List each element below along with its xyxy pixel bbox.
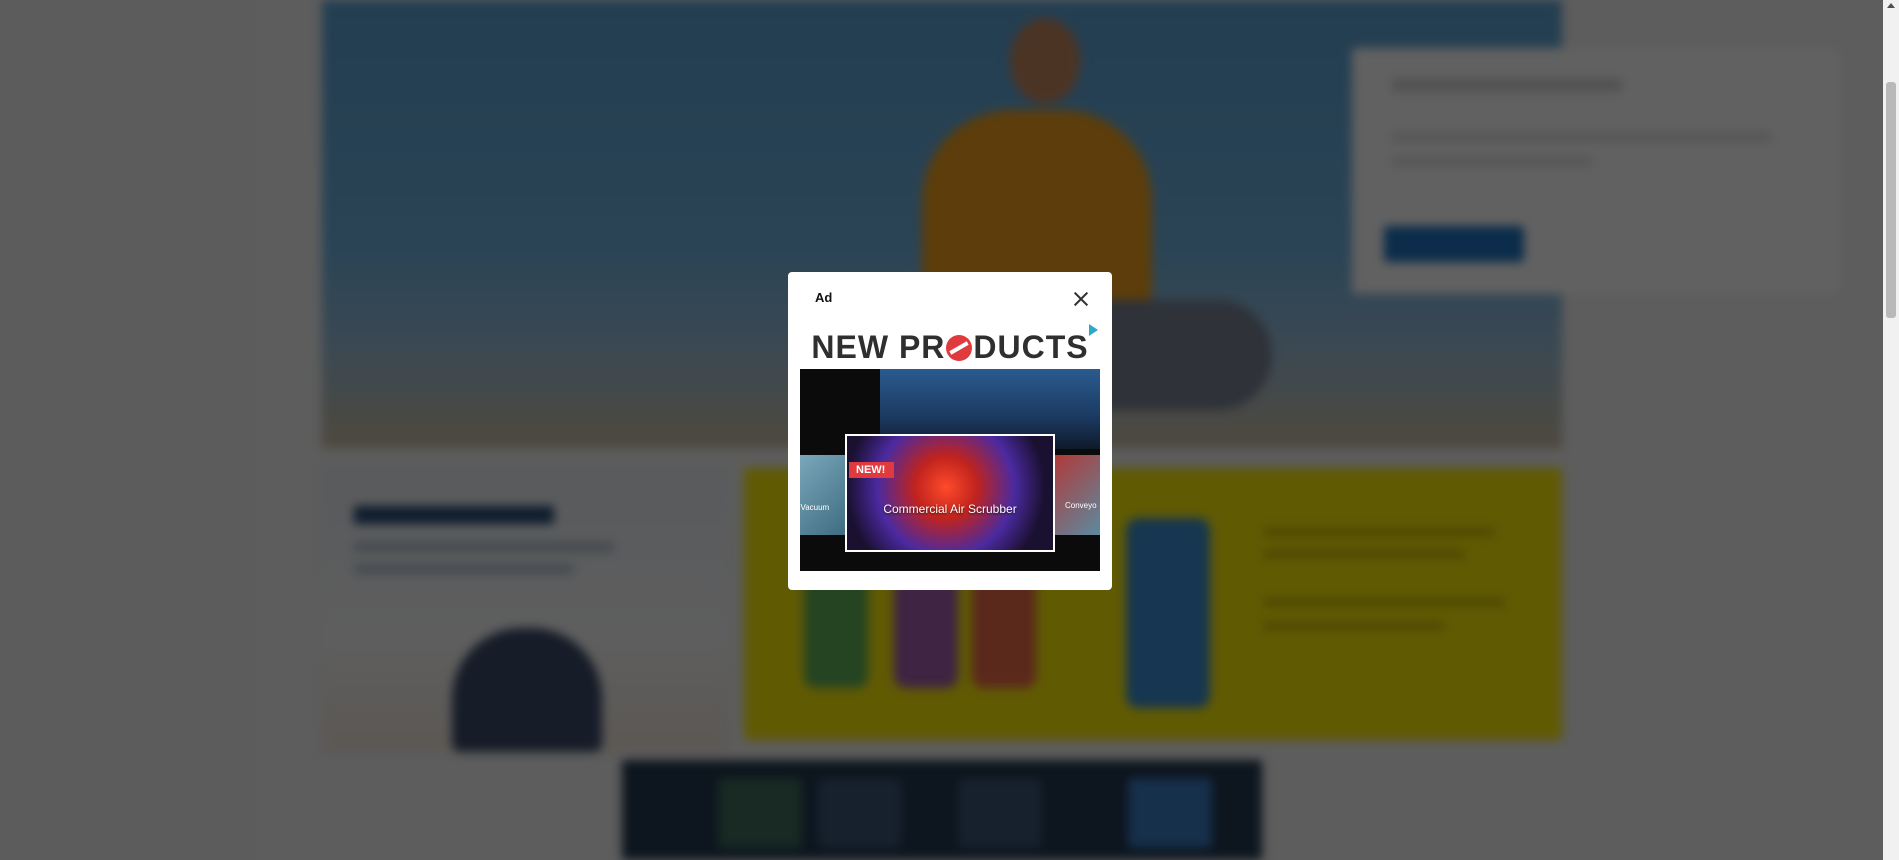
ad-headline-part2: DUCTS (973, 329, 1089, 365)
close-icon[interactable] (1070, 288, 1092, 310)
page-scrollbar[interactable] (1883, 0, 1899, 860)
adchoices-triangle-icon[interactable] (1089, 324, 1098, 336)
ad-headline-part1: NEW PR (811, 329, 946, 365)
scroll-up-arrow-icon[interactable] (1887, 3, 1895, 8)
ad-modal: Ad NEW PR DUCTS al Vacuum Conveyo NEW! Co… (788, 272, 1112, 590)
new-badge: NEW! (849, 462, 895, 478)
product-slide-right: Conveyo (1055, 455, 1100, 535)
ad-creative[interactable]: NEW PR DUCTS al Vacuum Conveyo NEW! Comme… (800, 324, 1100, 580)
ad-headline: NEW PR DUCTS (800, 328, 1100, 366)
product-slide-left: al Vacuum (800, 455, 848, 535)
featured-product[interactable]: NEW! Commercial Air Scrubber (845, 434, 1055, 552)
ad-label: Ad (815, 290, 833, 305)
product-slide-left-label: al Vacuum (800, 503, 830, 512)
featured-product-caption: Commercial Air Scrubber (883, 502, 1017, 516)
product-slide-right-label: Conveyo (1065, 501, 1097, 510)
ad-product-scene: al Vacuum Conveyo NEW! Commercial Air Sc… (800, 369, 1100, 571)
scroll-thumb[interactable] (1886, 82, 1896, 318)
logo-o-icon (946, 335, 973, 361)
